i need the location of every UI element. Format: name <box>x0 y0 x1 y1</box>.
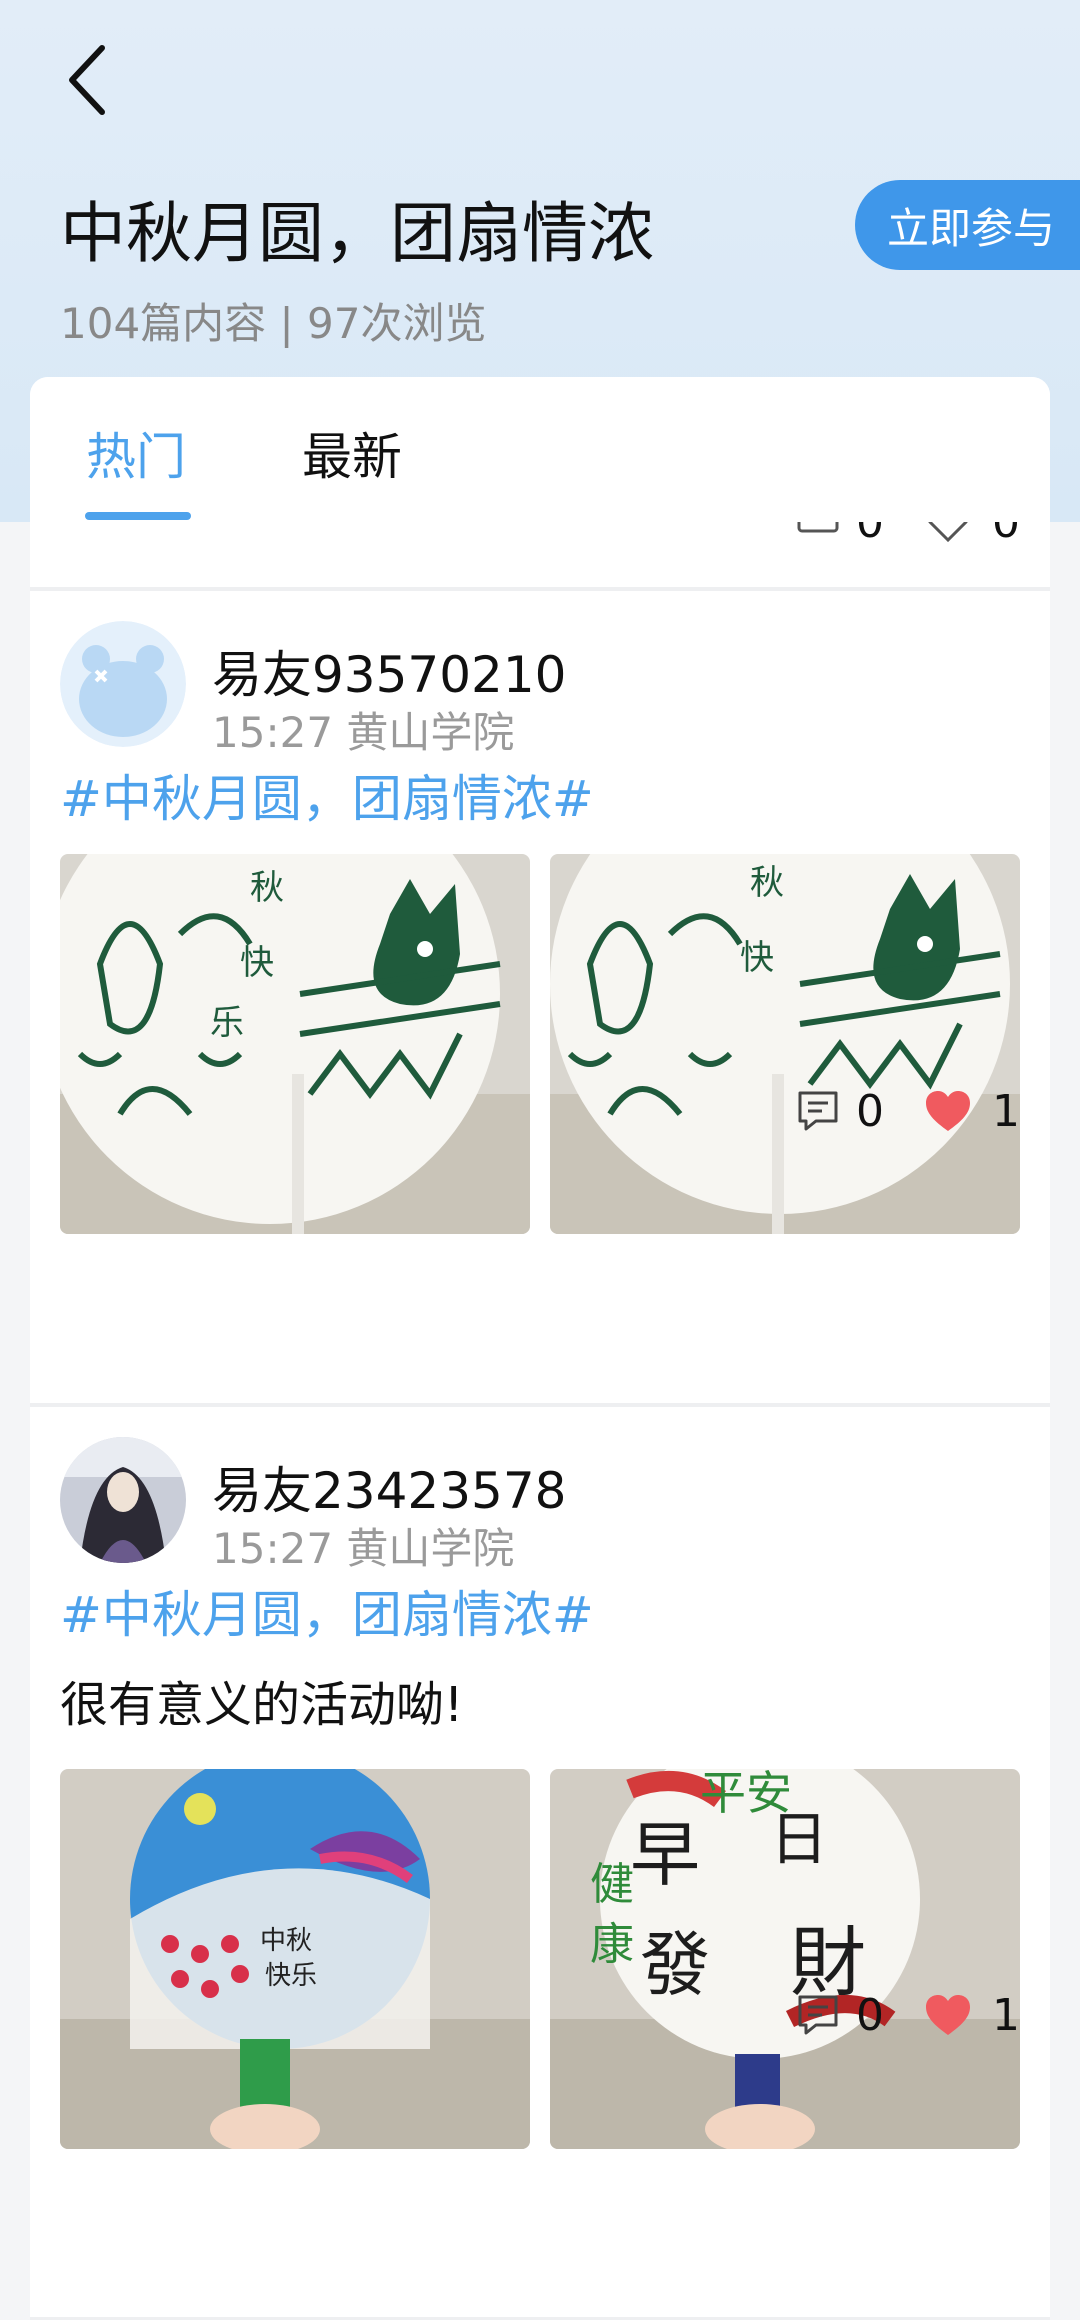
topic-tag[interactable]: #中秋月圆，团扇情浓# <box>60 759 594 831</box>
join-button[interactable]: 立即参与 <box>855 180 1080 270</box>
post-image[interactable]: 中秋 快乐 <box>60 1769 530 2149</box>
svg-text:乐: 乐 <box>210 1003 244 1043</box>
tab-hot[interactable]: 热门 <box>86 417 186 489</box>
active-tab-indicator <box>85 512 191 520</box>
post-image[interactable]: 秋 快 <box>550 854 1020 1234</box>
svg-text:早: 早 <box>630 1814 700 1896</box>
post-card[interactable]: 易友93570210 15:27 黄山学院 #中秋月圆，团扇情浓# 秋 快 乐 … <box>30 591 1050 1234</box>
comment-icon[interactable] <box>796 1993 840 2037</box>
heart-filled-icon[interactable] <box>924 1089 972 1133</box>
avatar[interactable] <box>60 621 186 747</box>
svg-text:快乐: 快乐 <box>265 1961 317 1991</box>
svg-text:康: 康 <box>590 1919 634 1970</box>
post-image[interactable]: 秋 快 乐 <box>60 854 530 1234</box>
topic-title: 中秋月圆，团扇情浓 <box>60 195 654 272</box>
post-actions: 0 1 <box>796 1985 1020 2045</box>
comment-count: 0 <box>856 1989 884 2041</box>
tab-bar: 热门 最新 <box>30 377 1050 522</box>
avatar[interactable] <box>60 1437 186 1563</box>
post-card[interactable]: 易友23423578 15:27 黄山学院 #中秋月圆，团扇情浓# 很有意义的活… <box>30 1407 1050 2307</box>
post-actions: 0 1 <box>796 1081 1020 1141</box>
topic-tag[interactable]: #中秋月圆，团扇情浓# <box>60 1575 594 1647</box>
svg-text:快: 快 <box>240 943 274 983</box>
svg-text:秋: 秋 <box>250 868 284 908</box>
back-button[interactable] <box>60 40 120 120</box>
default-bear-avatar-icon <box>60 621 186 747</box>
heart-filled-icon[interactable] <box>924 1993 972 2037</box>
content-card: 热门 最新 0 0 易友93570210 15:27 黄山学院 #中秋月圆，团扇… <box>30 377 1050 2320</box>
tab-latest[interactable]: 最新 <box>302 417 402 489</box>
comment-count: 0 <box>856 1085 884 1137</box>
post-image[interactable]: 早 日 發 財 平安 健 康 <box>550 1769 1020 2149</box>
post-text: 很有意义的活动呦! <box>60 1677 464 1733</box>
chevron-left-icon <box>69 45 105 115</box>
topic-stats: 104篇内容 | 97次浏览 <box>60 299 487 348</box>
svg-text:健: 健 <box>590 1859 634 1910</box>
svg-text:中秋: 中秋 <box>260 1926 312 1956</box>
like-count: 1 <box>992 1085 1020 1137</box>
post-meta: 15:27 黄山学院 <box>212 1524 515 1573</box>
svg-text:秋: 秋 <box>750 863 784 903</box>
comment-icon[interactable] <box>796 1089 840 1133</box>
svg-text:快: 快 <box>740 938 774 978</box>
svg-text:發: 發 <box>640 1924 710 2006</box>
previous-post-actions: 0 0 <box>30 497 1050 562</box>
username[interactable]: 易友93570210 <box>212 635 567 707</box>
post-meta: 15:27 黄山学院 <box>212 708 515 757</box>
user-photo-avatar <box>60 1437 186 1563</box>
svg-text:平安: 平安 <box>700 1769 792 1820</box>
username[interactable]: 易友23423578 <box>212 1451 567 1523</box>
like-count: 1 <box>992 1989 1020 2041</box>
